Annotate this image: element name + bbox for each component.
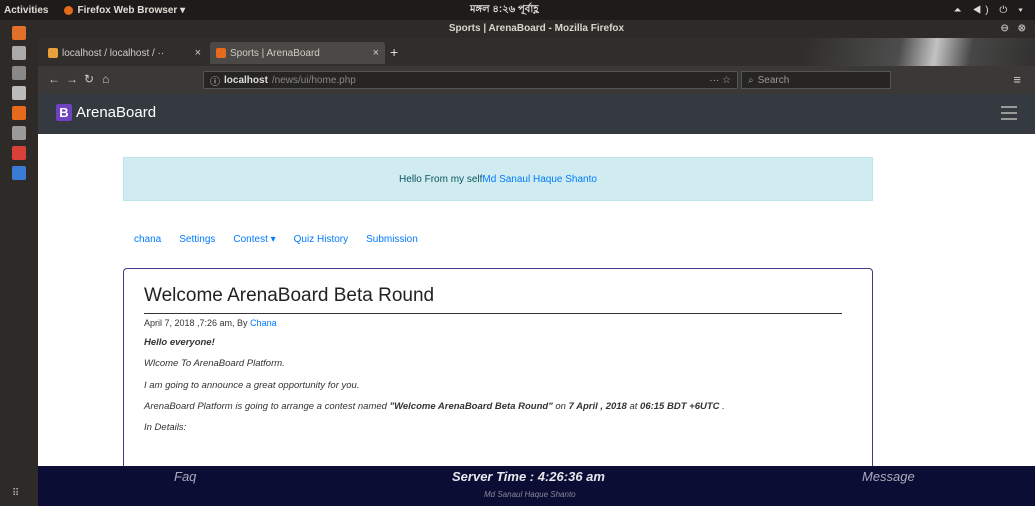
url-path: /news/ui/home.php (271, 74, 356, 86)
navigation-toolbar: ← → ↻ ⌂ ⓘ localhost/news/ui/home.php ···… (38, 66, 1035, 94)
post-line: I am going to announce a great opportuni… (144, 379, 360, 391)
post-title: Welcome ArenaBoard Beta Round (144, 285, 842, 314)
window-title: Sports | ArenaBoard - Mozilla Firefox (448, 23, 625, 34)
server-time: Server Time : 4:26:36 am (452, 469, 605, 484)
menu-link-chana[interactable]: chana (134, 234, 161, 245)
tab-label: Sports | ArenaBoard (230, 47, 320, 59)
app-menu-label: Firefox Web Browser ▾ (77, 4, 186, 16)
mail-icon[interactable] (12, 86, 26, 100)
page-content: Hello From my self Md Sanaul Haque Shant… (38, 134, 1035, 478)
url-host: localhost (224, 74, 268, 86)
window-controls[interactable]: ⊖ ⊗ (1000, 20, 1029, 38)
chrome-icon[interactable] (12, 146, 26, 160)
browser-menu-icon[interactable]: ≡ (1013, 72, 1021, 87)
post-greeting: Hello everyone! (144, 337, 215, 348)
firefox-icon (64, 5, 74, 15)
announcement-card: Welcome ArenaBoard Beta Round April 7, 2… (123, 268, 873, 478)
tab-label: localhost / localhost / ·· (62, 47, 165, 59)
url-bar[interactable]: ⓘ localhost/news/ui/home.php ··· ☆ (203, 71, 738, 89)
faq-link[interactable]: Faq (174, 469, 196, 484)
arenaboard-favicon-icon (216, 48, 226, 58)
writer-icon[interactable] (12, 166, 26, 180)
user-menu: chana Settings Contest ▾ Quiz History Submis… (134, 234, 418, 245)
site-footer: Faq Server Time : 4:26:36 am Message Md … (38, 466, 1035, 506)
new-tab-button[interactable]: + (390, 44, 398, 60)
activities-button[interactable]: Activities (4, 5, 48, 16)
ubuntu-software-icon[interactable] (12, 26, 26, 40)
tab-phpmyadmin[interactable]: localhost / localhost / ·· × (42, 42, 207, 64)
post-line: In Details: (144, 422, 187, 434)
tab-bar: localhost / localhost / ·· × Sports | Ar… (38, 38, 1035, 104)
phpmyadmin-favicon-icon (48, 48, 58, 58)
system-clock[interactable]: মঙ্গল ৪:২৬ পূর্বাহ্ণ (470, 2, 538, 19)
menu-link-settings[interactable]: Settings (179, 234, 215, 245)
close-icon[interactable]: × (373, 47, 379, 59)
alert-text: Hello From my self (399, 173, 483, 185)
menu-link-submission[interactable]: Submission (366, 234, 418, 245)
app-menu[interactable]: Firefox Web Browser ▾ (64, 5, 185, 16)
firefox-icon[interactable] (12, 106, 26, 120)
home-button[interactable]: ⌂ (102, 72, 109, 86)
brand-name: ArenaBoard (76, 104, 157, 121)
footer-credit: Md Sanaul Haque Shanto (484, 490, 576, 499)
page-info-icon[interactable]: ⓘ (210, 73, 220, 88)
page-actions-icon[interactable]: ··· ☆ (709, 75, 731, 86)
alert-name-link[interactable]: Md Sanaul Haque Shanto (482, 174, 597, 185)
search-input[interactable]: ⌕ Search (741, 71, 891, 89)
post-line: ArenaBoard Platform is going to arrange … (144, 401, 725, 413)
welcome-alert: Hello From my self Md Sanaul Haque Shant… (123, 157, 873, 201)
contest-time: 06:15 BDT +6UTC (640, 401, 720, 413)
site-brand[interactable]: B ArenaBoard (56, 104, 156, 121)
message-link[interactable]: Message (862, 469, 915, 484)
files-icon[interactable] (12, 46, 26, 60)
post-line: Wlcome To ArenaBoard Platform. (144, 358, 285, 370)
gnome-top-bar: Activities Firefox Web Browser ▾ মঙ্গল ৪… (0, 0, 1035, 20)
contest-name: "Welcome ArenaBoard Beta Round" (389, 401, 553, 413)
reload-button[interactable]: ↻ (84, 72, 94, 86)
navbar-toggler-icon[interactable] (1001, 106, 1017, 120)
back-button[interactable]: ← (48, 72, 60, 86)
close-icon[interactable]: × (195, 47, 201, 59)
terminal-icon[interactable] (12, 66, 26, 80)
site-navbar: B ArenaBoard (38, 94, 1035, 134)
menu-link-contest[interactable]: Contest ▾ (233, 234, 275, 245)
post-meta: April 7, 2018 ,7:26 am, By Chana (144, 318, 277, 328)
tab-arenaboard[interactable]: Sports | ArenaBoard × (210, 42, 385, 64)
search-placeholder: Search (757, 74, 790, 86)
system-tray[interactable]: ⏶ ◀) ⏻ ▾ (954, 5, 1027, 16)
brand-logo-icon: B (56, 104, 72, 121)
post-author-link[interactable]: Chana (250, 318, 277, 328)
search-icon: ⌕ (748, 74, 754, 86)
window-titlebar: Sports | ArenaBoard - Mozilla Firefox ⊖ … (38, 20, 1035, 38)
show-applications-icon[interactable]: ⠿ (12, 488, 26, 499)
contest-date: 7 April , 2018 (568, 401, 627, 413)
menu-link-quiz-history[interactable]: Quiz History (294, 234, 348, 245)
forward-button[interactable]: → (66, 72, 78, 86)
launcher-dock: ⠿ (0, 20, 38, 506)
text-editor-icon[interactable] (12, 126, 26, 140)
